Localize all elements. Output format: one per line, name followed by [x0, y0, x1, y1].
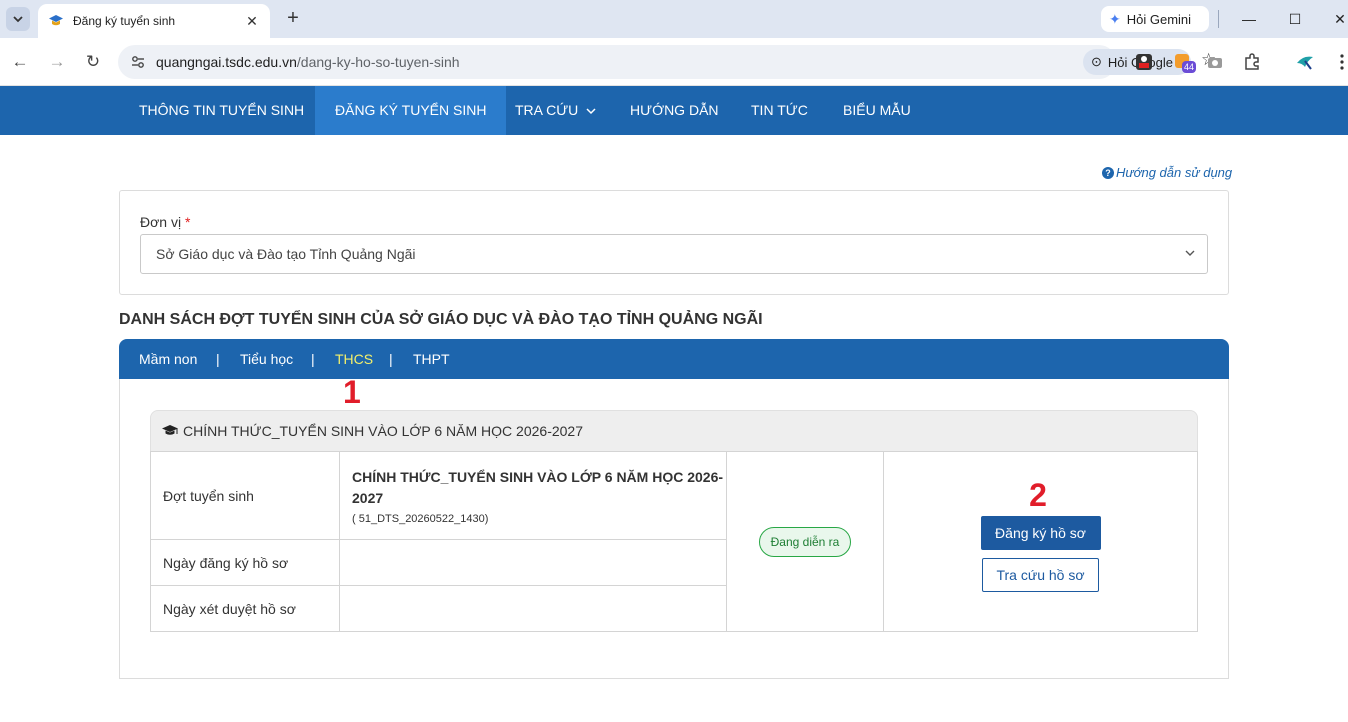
camera-icon[interactable] [1204, 51, 1226, 73]
question-circle-icon: ? [1102, 166, 1114, 179]
nav-item-tra-cuu[interactable]: TRA CỨU [515, 86, 596, 135]
nav-item-tin-tuc[interactable]: TIN TỨC [751, 86, 808, 135]
graduation-cap-icon [49, 15, 63, 26]
status-badge: Đang diễn ra [758, 526, 852, 557]
user-guide-label: Hướng dẫn sử dụng [1116, 165, 1233, 180]
tab-search-button[interactable] [6, 7, 30, 31]
lookup-application-button[interactable]: Tra cứu hồ sơ [982, 557, 1099, 592]
url-host: quangngai.tsdc.edu.vn [156, 54, 297, 70]
annotation-step-1: 1 [343, 374, 361, 410]
extension-count-badge: 44 [1182, 61, 1197, 73]
gemini-sparkle-icon: ✦ [1109, 10, 1121, 27]
unit-label-text: Đơn vị [140, 214, 182, 230]
tab-separator: | [389, 351, 393, 367]
annotation-step-2: 2 [1029, 476, 1047, 513]
section-title: DANH SÁCH ĐỢT TUYỂN SINH CỦA SỞ GIÁO DỤC… [119, 311, 763, 328]
nav-item-thong-tin[interactable]: THÔNG TIN TUYỂN SINH [139, 86, 304, 135]
address-bar[interactable]: quangngai.tsdc.edu.vn/dang-ky-ho-so-tuye… [118, 45, 1216, 79]
chevron-down-icon [1185, 250, 1195, 256]
browser-toolbar: ← → ↻ quangngai.tsdc.edu.vn/dang-ky-ho-s… [0, 38, 1348, 86]
unit-label: Đơn vị * [140, 214, 190, 230]
browser-tab-bar: Đăng ký tuyển sinh ✕ + ✦ Hỏi Gemini — ☐ … [0, 0, 1348, 38]
browser-tab[interactable]: Đăng ký tuyển sinh ✕ [38, 4, 270, 38]
site-settings-icon[interactable] [128, 52, 148, 72]
nav-item-bieu-mau[interactable]: BIỂU MẪU [843, 86, 911, 135]
tab-separator: | [216, 351, 220, 367]
gemini-label: Hỏi Gemini [1126, 11, 1192, 27]
nav-item-dang-ky[interactable]: ĐĂNG KÝ TUYỂN SINH [315, 86, 507, 135]
status-cell: Đang diễn ra [726, 451, 884, 632]
round-table: Đợt tuyển sinh CHÍNH THỨC_TUYỂN SINH VÀO… [150, 451, 1198, 632]
url-path: /dang-ky-ho-so-tuyen-sinh [296, 54, 460, 70]
row-label-review-date: Ngày xét duyệt hồ sơ [150, 585, 340, 632]
tab-tieu-hoc[interactable]: Tiểu học [240, 339, 293, 379]
register-date-value [339, 539, 727, 586]
level-tabs: Mầm non | Tiểu học | THCS | THPT [119, 339, 1229, 379]
chevron-down-icon [13, 16, 23, 23]
extensions-puzzle-icon[interactable] [1241, 51, 1263, 73]
gemini-button[interactable]: ✦ Hỏi Gemini [1101, 6, 1209, 32]
round-code: ( 51_DTS_20260522_1430) [352, 512, 489, 525]
register-application-button[interactable]: Đăng ký hồ sơ [980, 515, 1101, 550]
admission-round-card: CHÍNH THỨC_TUYỂN SINH VÀO LỚP 6 NĂM HỌC … [150, 410, 1198, 632]
round-info-cell: CHÍNH THỨC_TUYỂN SINH VÀO LỚP 6 NĂM HỌC … [339, 451, 727, 540]
tab-title: Đăng ký tuyển sinh [73, 14, 176, 28]
google-lens-icon: ⊙ [1091, 54, 1102, 69]
site-nav: THÔNG TIN TUYỂN SINH ĐĂNG KÝ TUYỂN SINH … [0, 86, 1348, 135]
tab-thpt[interactable]: THPT [413, 339, 450, 379]
toolbar-divider [1218, 10, 1219, 28]
window-close-icon[interactable]: ✕ [1329, 8, 1348, 30]
forward-icon[interactable]: → [45, 50, 69, 74]
table-row: Đợt tuyển sinh CHÍNH THỨC_TUYỂN SINH VÀO… [150, 451, 1198, 632]
url-text: quangngai.tsdc.edu.vn/dang-ky-ho-so-tuye… [156, 54, 460, 70]
extension-off-icon[interactable] [1133, 51, 1155, 73]
nav-item-huong-dan[interactable]: HƯỚNG DẪN [630, 86, 719, 135]
tab-thcs[interactable]: THCS [335, 339, 373, 379]
unit-select[interactable]: Sở Giáo dục và Đào tạo Tỉnh Quảng Ngãi [140, 234, 1208, 274]
nav-item-tra-cuu-label: TRA CỨU [515, 102, 579, 118]
user-guide-link[interactable]: ? Hướng dẫn sử dụng [1102, 165, 1232, 180]
tab-separator: | [311, 351, 315, 367]
round-header: CHÍNH THỨC_TUYỂN SINH VÀO LỚP 6 NĂM HỌC … [150, 410, 1198, 452]
tab-close-icon[interactable]: ✕ [244, 13, 260, 30]
profile-bird-icon[interactable] [1294, 51, 1316, 73]
row-label-round: Đợt tuyển sinh [150, 451, 340, 540]
chevron-down-icon [586, 108, 596, 115]
round-name: CHÍNH THỨC_TUYỂN SINH VÀO LỚP 6 NĂM HỌC … [352, 468, 724, 506]
actions-cell: 2 Đăng ký hồ sơ Tra cứu hồ sơ [883, 451, 1198, 632]
browser-menu-icon[interactable] [1331, 51, 1348, 73]
unit-filter-card: Đơn vị * Sở Giáo dục và Đào tạo Tỉnh Quả… [119, 190, 1229, 295]
maximize-icon[interactable]: ☐ [1284, 8, 1306, 30]
round-header-title: CHÍNH THỨC_TUYỂN SINH VÀO LỚP 6 NĂM HỌC … [183, 423, 584, 439]
graduation-cap-icon [161, 423, 179, 439]
row-label-register-date: Ngày đăng ký hồ sơ [150, 539, 340, 586]
required-mark: * [184, 214, 191, 230]
new-tab-button[interactable]: + [281, 7, 305, 31]
extension-badge-icon[interactable]: 44 [1172, 51, 1197, 73]
minimize-icon[interactable]: — [1238, 8, 1260, 30]
back-icon[interactable]: ← [8, 50, 32, 74]
tab-mam-non[interactable]: Mầm non [139, 339, 197, 379]
reload-icon[interactable]: ↻ [81, 50, 105, 74]
review-date-value [339, 585, 727, 632]
unit-selected-value: Sở Giáo dục và Đào tạo Tỉnh Quảng Ngãi [156, 246, 416, 262]
